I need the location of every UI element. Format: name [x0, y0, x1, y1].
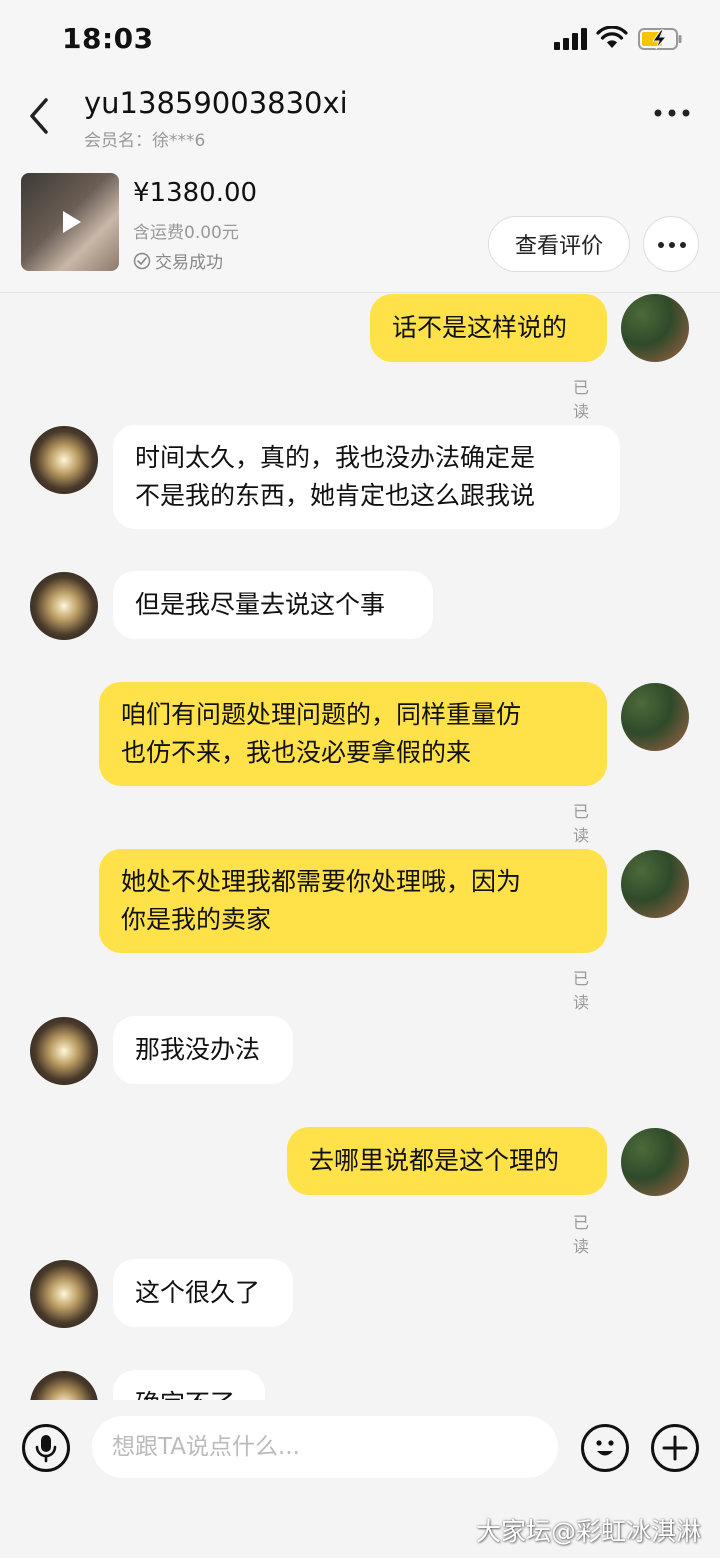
- status-time: 18:03: [62, 22, 154, 55]
- view-review-button[interactable]: 查看评价: [488, 216, 630, 272]
- seller-avatar[interactable]: [30, 1371, 98, 1400]
- input-bar: [0, 1400, 720, 1494]
- chat-header: yu13859003830xi 会员名：徐***6: [0, 80, 720, 156]
- read-status: 已读: [573, 969, 590, 1012]
- seller-avatar[interactable]: [30, 572, 98, 640]
- back-arrow-icon[interactable]: [22, 94, 58, 138]
- signal-icon: [554, 28, 588, 50]
- emoji-button[interactable]: [581, 1424, 629, 1472]
- message-bubble[interactable]: 那我没办法: [113, 1016, 293, 1084]
- my-avatar[interactable]: [621, 683, 689, 751]
- microphone-button[interactable]: [22, 1424, 70, 1472]
- product-thumbnail[interactable]: [21, 173, 119, 271]
- my-avatar[interactable]: [621, 850, 689, 918]
- more-icon[interactable]: [650, 100, 694, 126]
- seller-avatar[interactable]: [30, 1017, 98, 1085]
- watermark: 大家坛@彩虹冰淇淋: [476, 1517, 702, 1546]
- read-status: 已读: [573, 378, 590, 421]
- message-bubble[interactable]: 这个很久了: [113, 1259, 293, 1327]
- product-card[interactable]: ¥1380.00 含运费0.00元 交易成功 查看评价: [0, 156, 720, 293]
- emoji-icon: [596, 1440, 614, 1456]
- plus-icon: [662, 1435, 688, 1461]
- message-bubble[interactable]: 但是我尽量去说这个事: [113, 571, 433, 639]
- product-options-button[interactable]: [643, 216, 699, 272]
- message-input[interactable]: [92, 1416, 558, 1478]
- shipping-fee: 含运费0.00元: [133, 223, 239, 243]
- play-icon: [63, 211, 81, 233]
- read-status: 已读: [573, 1213, 590, 1256]
- deal-status-text: 交易成功: [155, 253, 223, 273]
- deal-status: 交易成功: [133, 248, 223, 273]
- message-bubble[interactable]: 去哪里说都是这个理的: [287, 1127, 607, 1195]
- microphone-icon: [35, 1435, 57, 1463]
- my-avatar[interactable]: [621, 1128, 689, 1196]
- seller-avatar[interactable]: [30, 1260, 98, 1328]
- member-name: 会员名：徐***6: [84, 131, 206, 151]
- wifi-icon: [596, 26, 628, 48]
- message-bubble[interactable]: 时间太久，真的，我也没办法确定是 不是我的东西，她肯定也这么跟我说: [113, 425, 620, 529]
- add-button[interactable]: [651, 1424, 699, 1472]
- seller-avatar[interactable]: [30, 426, 98, 494]
- chat-title: yu13859003830xi: [84, 86, 348, 120]
- my-avatar[interactable]: [621, 294, 689, 362]
- product-price: ¥1380.00: [133, 178, 258, 208]
- check-circle-icon: [133, 252, 151, 269]
- status-bar: 18:03: [0, 0, 720, 80]
- message-bubble[interactable]: 她处不处理我都需要你处理哦，因为 你是我的卖家: [99, 849, 607, 953]
- battery-charging-icon: [638, 28, 682, 50]
- message-list[interactable]: 话不是这样说的 已读 时间太久，真的，我也没办法确定是 不是我的东西，她肯定也这…: [0, 294, 720, 1400]
- message-bubble[interactable]: 话不是这样说的: [370, 294, 607, 362]
- more-icon: [658, 242, 686, 248]
- message-bubble[interactable]: 确定不了: [113, 1370, 265, 1400]
- read-status: 已读: [573, 802, 590, 845]
- message-bubble[interactable]: 咱们有问题处理问题的，同样重量仿 也仿不来，我也没必要拿假的来: [99, 682, 607, 786]
